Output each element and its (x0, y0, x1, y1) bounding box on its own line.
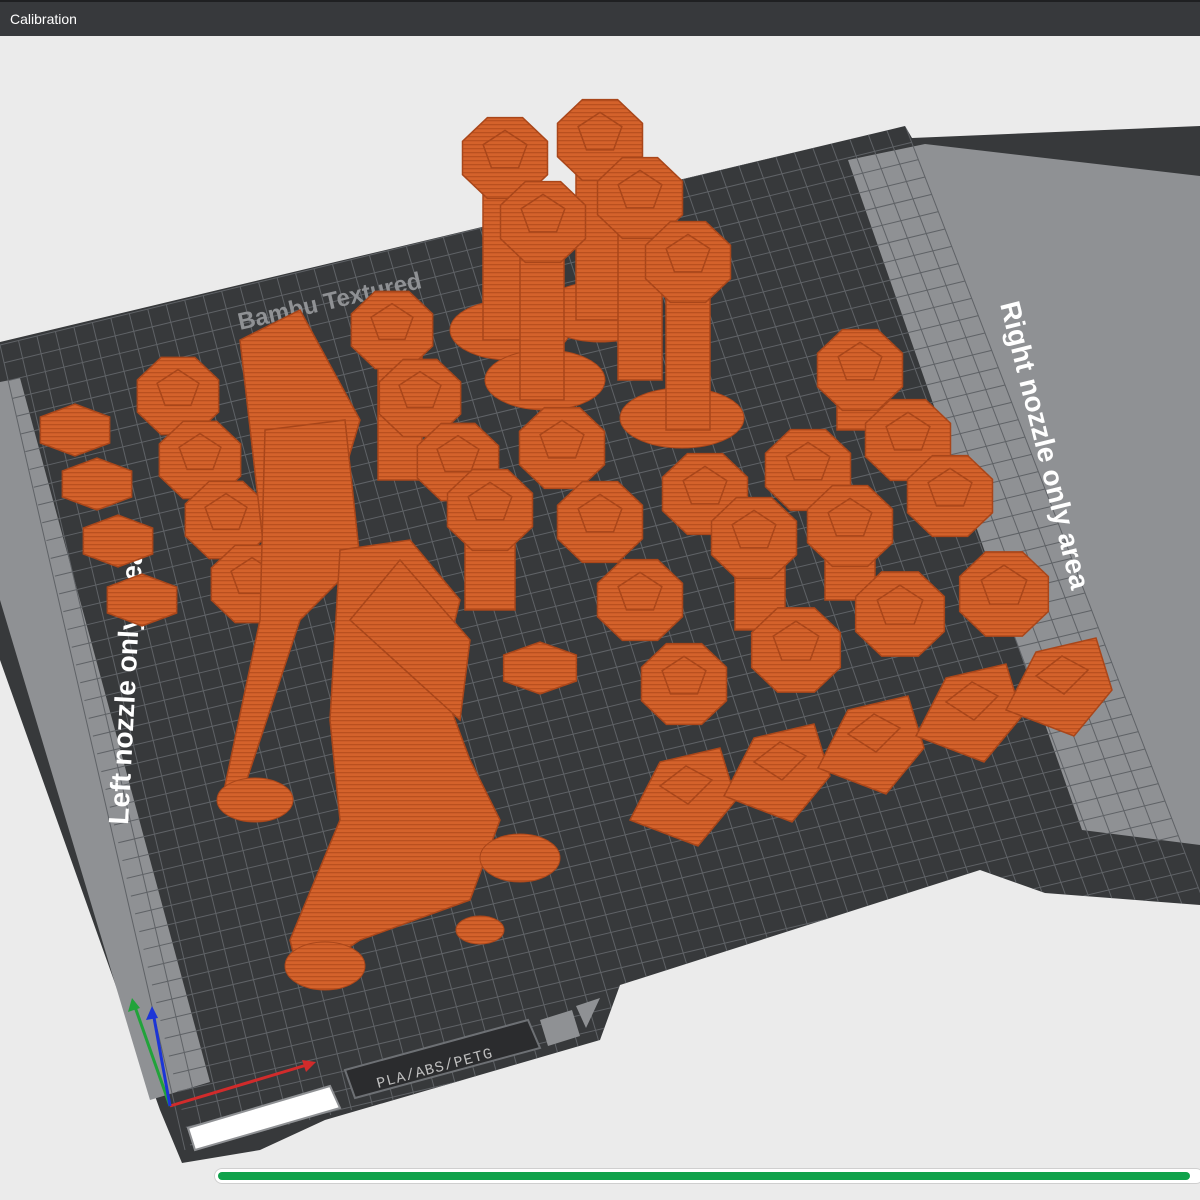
sculpture-base (284, 941, 366, 991)
tall-tower-column (519, 239, 565, 401)
3d-viewport[interactable]: Bambu Textured Left nozzle only area Rig… (0, 36, 1200, 1200)
sculpture-base (216, 777, 294, 823)
window-title: Calibration (10, 11, 77, 27)
slicing-progress-bar (214, 1168, 1200, 1184)
progress-fill (218, 1172, 1190, 1180)
sculpture-base (455, 915, 505, 945)
title-bar: Calibration (0, 0, 1200, 36)
plate-scene: Bambu Textured Left nozzle only area Rig… (0, 98, 1200, 1163)
sculpture-base (479, 833, 561, 883)
